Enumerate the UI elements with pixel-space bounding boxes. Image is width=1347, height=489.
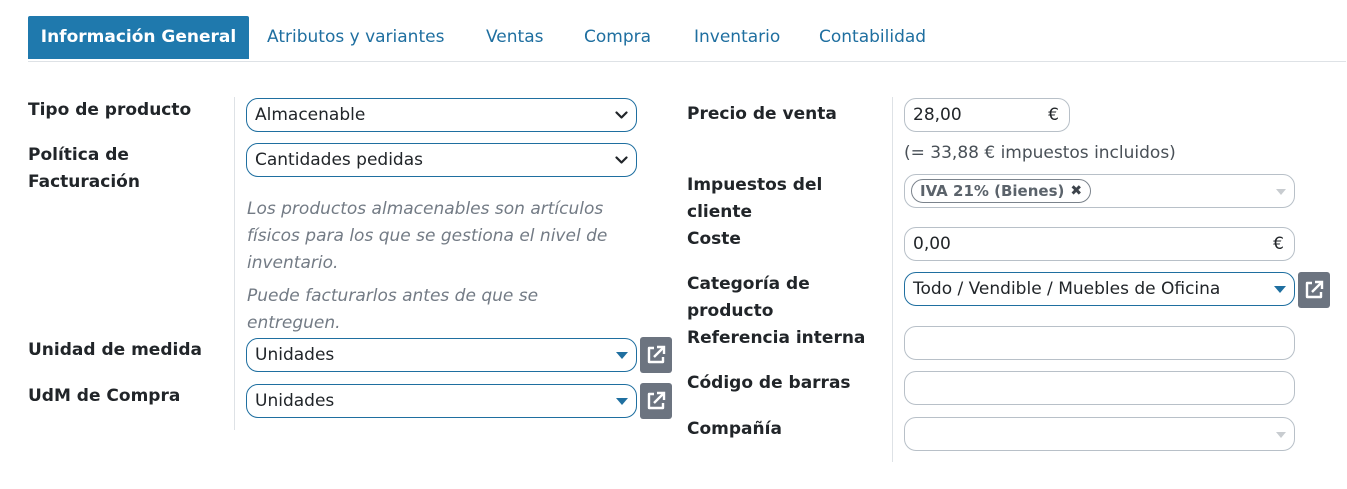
company-select[interactable] <box>904 417 1295 451</box>
invoicing-policy-label: Política de Facturación <box>28 142 140 196</box>
sale-price-value: 28,00 <box>913 105 962 125</box>
purchase-uom-value: Unidades <box>255 391 335 411</box>
caret-down-icon <box>616 398 628 405</box>
external-link-icon <box>647 391 666 410</box>
internal-reference-input[interactable] <box>904 326 1295 360</box>
caret-down-icon <box>1276 432 1286 438</box>
customer-taxes-label-line2: cliente <box>687 202 753 222</box>
category-label: Categoría de producto <box>687 271 810 325</box>
invoice-help-line2: entreguen. <box>247 313 341 333</box>
customer-taxes-label: Impuestos del cliente <box>687 172 822 226</box>
barcode-label: Código de barras <box>687 373 851 393</box>
remove-tag-icon[interactable]: ✖ <box>1070 180 1082 202</box>
product-type-value: Almacenable <box>255 105 366 125</box>
customer-taxes-label-line1: Impuestos del <box>687 175 823 195</box>
taxes-included-note: (= 33,88 € impuestos incluidos) <box>904 143 1176 163</box>
tab-ventas[interactable]: Ventas <box>486 16 543 59</box>
category-label-line2: producto <box>687 301 774 321</box>
caret-down-icon <box>616 352 628 359</box>
notebook-tabs: Información General Atributos y variante… <box>28 16 1346 62</box>
purchase-uom-select[interactable]: Unidades <box>246 384 637 418</box>
tab-atributos-variantes[interactable]: Atributos y variantes <box>267 16 444 59</box>
category-select[interactable]: Todo / Vendible / Muebles de Oficina <box>904 272 1295 306</box>
sale-price-label: Precio de venta <box>687 104 837 124</box>
uom-label: Unidad de medida <box>28 340 202 360</box>
cost-label: Coste <box>687 229 741 249</box>
uom-external-link-button[interactable] <box>640 337 672 373</box>
chevron-down-icon <box>615 99 628 131</box>
currency-symbol: € <box>1048 105 1059 125</box>
tax-tag: IVA 21% (Bienes) ✖ <box>911 179 1092 203</box>
storable-help-line3: inventario. <box>247 253 339 273</box>
tax-tag-label: IVA 21% (Bienes) <box>920 182 1065 200</box>
customer-taxes-field[interactable]: IVA 21% (Bienes) ✖ <box>904 174 1295 208</box>
barcode-input[interactable] <box>904 371 1295 405</box>
invoicing-policy-select[interactable]: Cantidades pedidas <box>246 143 637 177</box>
uom-value: Unidades <box>255 345 335 365</box>
sale-price-input[interactable]: 28,00 € <box>904 98 1070 132</box>
product-type-select[interactable]: Almacenable <box>246 98 637 132</box>
cost-value: 0,00 <box>913 234 951 254</box>
currency-symbol: € <box>1273 234 1284 254</box>
tab-contabilidad[interactable]: Contabilidad <box>819 16 926 59</box>
invoice-help-text: Puede facturarlos antes de que se entreg… <box>247 283 538 337</box>
uom-select[interactable]: Unidades <box>246 338 637 372</box>
invoicing-policy-label-line2: Facturación <box>28 172 140 192</box>
left-group-separator <box>234 97 235 430</box>
category-label-line1: Categoría de <box>687 274 810 294</box>
company-label: Compañía <box>687 419 782 439</box>
storable-help-text: Los productos almacenables son artículos… <box>247 196 607 277</box>
purchase-uom-label: UdM de Compra <box>28 386 181 406</box>
invoice-help-line1: Puede facturarlos antes de que se <box>247 286 539 306</box>
storable-help-line2: físicos para los que se gestiona el nive… <box>247 226 608 246</box>
category-value: Todo / Vendible / Muebles de Oficina <box>913 279 1221 299</box>
category-external-link-button[interactable] <box>1298 272 1330 308</box>
external-link-icon <box>647 345 666 364</box>
external-link-icon <box>1305 280 1324 299</box>
invoicing-policy-label-line1: Política de <box>28 145 129 165</box>
caret-down-icon <box>1276 189 1286 195</box>
purchase-uom-external-link-button[interactable] <box>640 383 672 419</box>
caret-down-icon <box>1274 286 1286 293</box>
invoicing-policy-value: Cantidades pedidas <box>255 150 423 170</box>
tab-informacion-general[interactable]: Información General <box>28 16 249 59</box>
chevron-down-icon <box>615 144 628 176</box>
internal-reference-label: Referencia interna <box>687 328 866 348</box>
product-type-label: Tipo de producto <box>28 100 192 120</box>
right-group-separator <box>892 97 893 462</box>
cost-input[interactable]: 0,00 € <box>904 227 1295 261</box>
storable-help-line1: Los productos almacenables son artículos <box>247 199 604 219</box>
tab-compra[interactable]: Compra <box>584 16 651 59</box>
tab-inventario[interactable]: Inventario <box>694 16 780 59</box>
